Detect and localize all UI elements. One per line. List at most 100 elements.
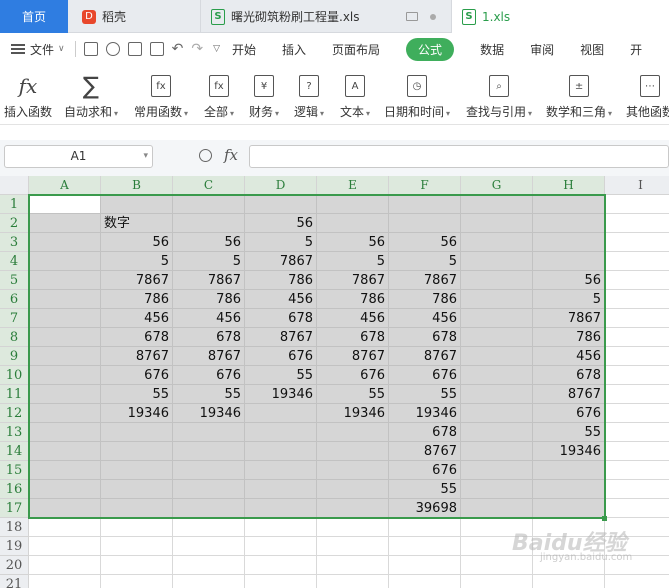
cell-B4[interactable]: 5: [101, 252, 173, 271]
chevron-down-icon[interactable]: ▾: [446, 109, 450, 118]
cell-F5[interactable]: 7867: [389, 271, 461, 290]
cell-G12[interactable]: [461, 404, 533, 423]
ribbon-button-2[interactable]: fx 常用函数 ▾: [134, 71, 188, 120]
cell-F20[interactable]: [389, 556, 461, 575]
cell-F14[interactable]: 8767: [389, 442, 461, 461]
chevron-down-icon[interactable]: ▾: [114, 109, 118, 118]
cell-B2[interactable]: 数字: [101, 214, 173, 233]
row-header-4[interactable]: 4: [0, 252, 29, 271]
tab-file-2[interactable]: S 1.xls: [451, 0, 669, 33]
cell-F18[interactable]: [389, 518, 461, 537]
cell-C19[interactable]: [173, 537, 245, 556]
ribbon-tab-7[interactable]: 开: [630, 41, 642, 58]
cell-G9[interactable]: [461, 347, 533, 366]
cell-I6[interactable]: [605, 290, 669, 309]
cell-I8[interactable]: [605, 328, 669, 347]
cell-D11[interactable]: 19346: [245, 385, 317, 404]
file-menu[interactable]: 文件: [30, 41, 54, 58]
cell-D12[interactable]: [245, 404, 317, 423]
cell-D17[interactable]: [245, 499, 317, 518]
cell-I5[interactable]: [605, 271, 669, 290]
cell-D1[interactable]: [245, 195, 317, 214]
cell-C9[interactable]: 8767: [173, 347, 245, 366]
row-header-14[interactable]: 14: [0, 442, 29, 461]
cell-B13[interactable]: [101, 423, 173, 442]
ribbon-button-6[interactable]: A 文本 ▾: [340, 71, 370, 120]
cell-A13[interactable]: [29, 423, 101, 442]
select-all-corner[interactable]: [0, 176, 29, 195]
cell-E2[interactable]: [317, 214, 389, 233]
cell-F4[interactable]: 5: [389, 252, 461, 271]
cell-A6[interactable]: [29, 290, 101, 309]
cell-A8[interactable]: [29, 328, 101, 347]
column-header-A[interactable]: A: [29, 176, 101, 195]
cell-H5[interactable]: 56: [533, 271, 605, 290]
cell-D3[interactable]: 5: [245, 233, 317, 252]
cell-D9[interactable]: 676: [245, 347, 317, 366]
cell-B8[interactable]: 678: [101, 328, 173, 347]
cell-G16[interactable]: [461, 480, 533, 499]
cell-H6[interactable]: 5: [533, 290, 605, 309]
cell-B21[interactable]: [101, 575, 173, 588]
chevron-down-icon[interactable]: ▾: [320, 109, 324, 118]
cell-F1[interactable]: [389, 195, 461, 214]
cell-I2[interactable]: [605, 214, 669, 233]
chevron-down-icon[interactable]: ▾: [184, 109, 188, 118]
cell-I21[interactable]: [605, 575, 669, 588]
cell-F8[interactable]: 678: [389, 328, 461, 347]
tab-home[interactable]: 首页: [0, 0, 68, 33]
cell-G11[interactable]: [461, 385, 533, 404]
cell-I17[interactable]: [605, 499, 669, 518]
row-header-2[interactable]: 2: [0, 214, 29, 233]
cell-A3[interactable]: [29, 233, 101, 252]
cell-A14[interactable]: [29, 442, 101, 461]
ribbon-tab-4[interactable]: 数据: [480, 41, 504, 58]
cell-A17[interactable]: [29, 499, 101, 518]
cell-B16[interactable]: [101, 480, 173, 499]
cell-F21[interactable]: [389, 575, 461, 588]
ribbon-button-4[interactable]: ¥ 财务 ▾: [249, 71, 279, 120]
cell-E14[interactable]: [317, 442, 389, 461]
export-icon[interactable]: [105, 42, 120, 56]
ribbon-button-5[interactable]: ? 逻辑 ▾: [294, 71, 324, 120]
cell-E9[interactable]: 8767: [317, 347, 389, 366]
ribbon-button-1[interactable]: ∑ 自动求和 ▾: [64, 71, 118, 120]
cell-H15[interactable]: [533, 461, 605, 480]
save-icon[interactable]: [83, 42, 98, 56]
print-preview-icon[interactable]: [149, 42, 164, 56]
cell-E16[interactable]: [317, 480, 389, 499]
row-header-16[interactable]: 16: [0, 480, 29, 499]
cell-G3[interactable]: [461, 233, 533, 252]
chevron-down-icon[interactable]: ∨: [58, 44, 65, 54]
chevron-down-icon[interactable]: ▾: [143, 146, 148, 167]
row-header-10[interactable]: 10: [0, 366, 29, 385]
cell-I11[interactable]: [605, 385, 669, 404]
cell-C5[interactable]: 7867: [173, 271, 245, 290]
cell-E10[interactable]: 676: [317, 366, 389, 385]
cell-H8[interactable]: 786: [533, 328, 605, 347]
fx-icon[interactable]: fx: [224, 146, 238, 164]
cell-E21[interactable]: [317, 575, 389, 588]
row-header-17[interactable]: 17: [0, 499, 29, 518]
cell-A15[interactable]: [29, 461, 101, 480]
cell-H9[interactable]: 456: [533, 347, 605, 366]
undo-icon[interactable]: ↶: [172, 41, 184, 57]
cell-A2[interactable]: [29, 214, 101, 233]
ribbon-tab-1[interactable]: 插入: [282, 41, 306, 58]
cell-D15[interactable]: [245, 461, 317, 480]
cell-I3[interactable]: [605, 233, 669, 252]
row-header-5[interactable]: 5: [0, 271, 29, 290]
cell-E11[interactable]: 55: [317, 385, 389, 404]
cell-B17[interactable]: [101, 499, 173, 518]
cell-I10[interactable]: [605, 366, 669, 385]
ribbon-button-3[interactable]: fx 全部 ▾: [204, 71, 234, 120]
cell-H1[interactable]: [533, 195, 605, 214]
cell-A10[interactable]: [29, 366, 101, 385]
cell-H13[interactable]: 55: [533, 423, 605, 442]
cell-A4[interactable]: [29, 252, 101, 271]
tab-docer[interactable]: D 稻壳: [70, 0, 198, 33]
cell-H3[interactable]: [533, 233, 605, 252]
cell-C14[interactable]: [173, 442, 245, 461]
cell-E12[interactable]: 19346: [317, 404, 389, 423]
cell-C2[interactable]: [173, 214, 245, 233]
